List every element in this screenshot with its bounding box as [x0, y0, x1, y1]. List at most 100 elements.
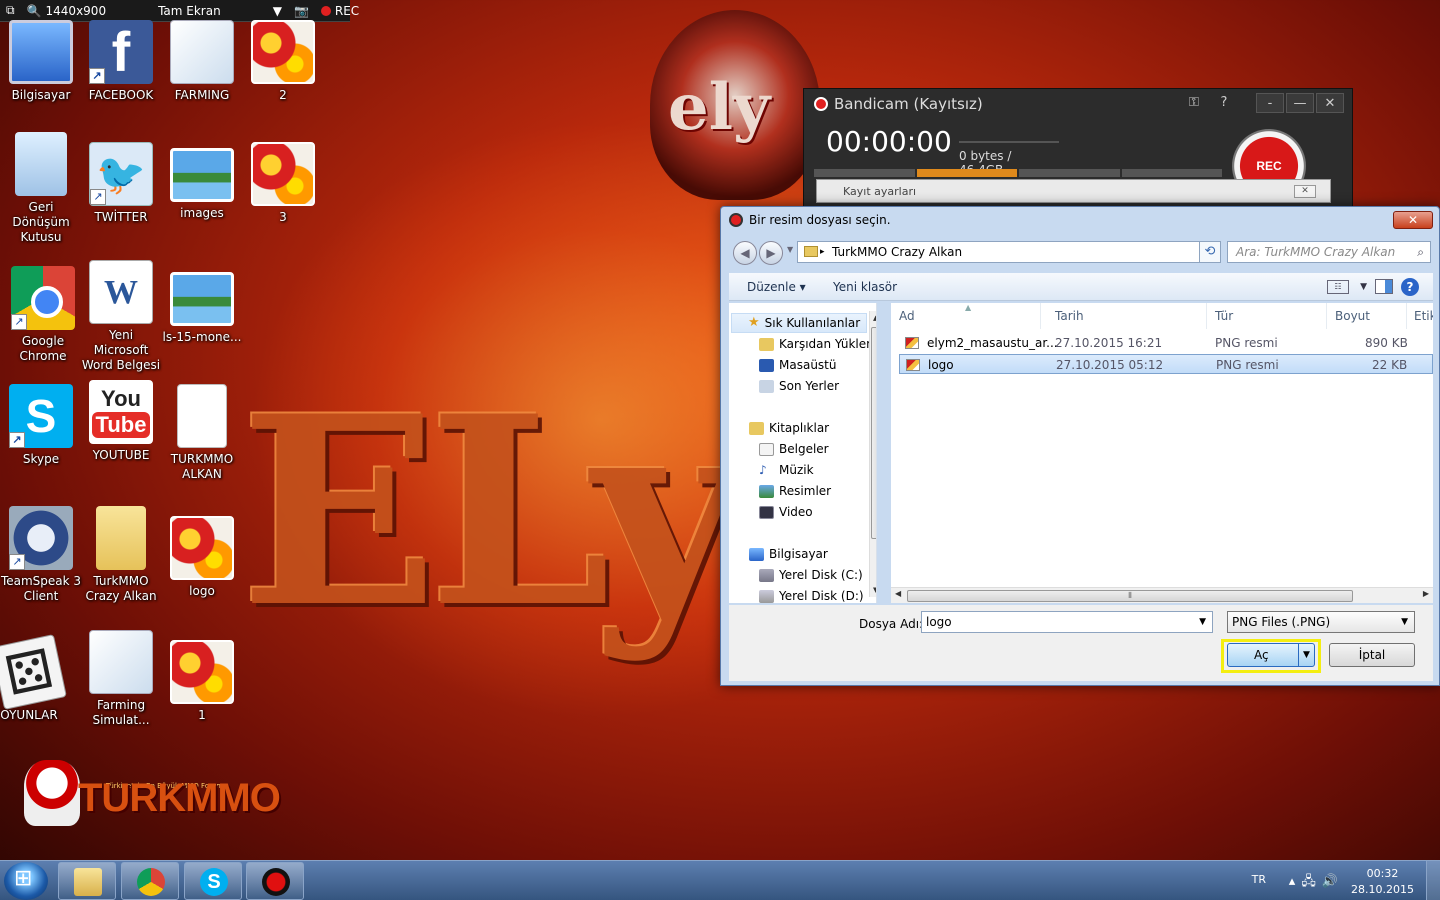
- forward-button[interactable]: ▶: [759, 241, 783, 265]
- file-row-selected[interactable]: logo 27.10.2015 05:12 PNG resmi 22 KB: [899, 354, 1433, 374]
- nav-favorites[interactable]: ★ Sık Kullanılanlar: [731, 313, 867, 333]
- screen-icon[interactable]: ⧉: [0, 3, 21, 18]
- mode-dropdown-icon[interactable]: ▼: [267, 4, 288, 18]
- clock[interactable]: 00:32 28.10.2015: [1351, 866, 1414, 898]
- camera-icon[interactable]: 📷: [288, 4, 315, 18]
- refresh-icon[interactable]: ⟲: [1199, 241, 1221, 263]
- show-desktop-button[interactable]: [1426, 861, 1440, 900]
- nav-recent-places[interactable]: Son Yerler: [759, 376, 839, 396]
- filename-input[interactable]: logo ▼: [921, 611, 1213, 633]
- history-dropdown-icon[interactable]: ▼: [787, 245, 793, 254]
- language-indicator[interactable]: TR: [1252, 873, 1266, 886]
- scroll-left-icon[interactable]: ◀: [895, 589, 901, 598]
- scroll-up-icon[interactable]: ▲: [873, 314, 876, 322]
- minimize-button[interactable]: -: [1256, 93, 1284, 113]
- desktop-icon-teamspeak[interactable]: ↗ TeamSpeak 3 Client: [0, 506, 82, 604]
- horizontal-scrollbar-thumb[interactable]: ⦀: [907, 590, 1353, 602]
- tab-fps[interactable]: [1019, 169, 1120, 177]
- open-options-dropdown-icon[interactable]: ▼: [1298, 644, 1314, 666]
- column-header-name[interactable]: ▲ Ad: [891, 303, 1041, 329]
- open-button[interactable]: Aç ▼: [1227, 643, 1315, 667]
- desktop-icon-computer[interactable]: Bilgisayar: [0, 20, 82, 103]
- breadcrumb-path[interactable]: TurkMMO Crazy Alkan: [828, 245, 962, 259]
- tab-general[interactable]: [916, 169, 1017, 177]
- address-bar[interactable]: ▸ TurkMMO Crazy Alkan ▼: [797, 241, 1217, 263]
- view-options-icon[interactable]: ☷: [1327, 280, 1349, 294]
- cancel-button[interactable]: İptal: [1329, 643, 1415, 667]
- close-settings-icon[interactable]: ✕: [1294, 185, 1316, 198]
- tray-icons: ▴🖧🔊: [1289, 872, 1344, 894]
- desktop-icon-twitter[interactable]: 🐦 ↗ TWİTTER: [80, 142, 162, 225]
- filetype-dropdown-icon[interactable]: ▼: [1401, 612, 1408, 632]
- search-input[interactable]: Ara: TurkMMO Crazy Alkan ⌕: [1227, 241, 1431, 263]
- desktop-icon-recycle-bin[interactable]: Geri Dönüşüm Kutusu: [0, 132, 82, 245]
- key-icon[interactable]: ⚿: [1180, 93, 1208, 113]
- help-icon[interactable]: ?: [1401, 278, 1419, 296]
- preview-pane-icon[interactable]: [1375, 279, 1393, 294]
- scroll-right-icon[interactable]: ▶: [1423, 589, 1429, 598]
- file-list-horizontal-scrollbar[interactable]: ◀ ⦀ ▶: [891, 587, 1433, 603]
- desktop-icon-facebook[interactable]: f ↗ FACEBOOK: [80, 20, 162, 103]
- desktop-icon-turkmmo-folder[interactable]: TurkMMO Crazy Alkan: [80, 506, 162, 604]
- nav-disk-d[interactable]: Yerel Disk (D:): [759, 586, 864, 603]
- new-folder-button[interactable]: Yeni klasör: [833, 273, 897, 301]
- nav-disk-c[interactable]: Yerel Disk (C:): [759, 565, 863, 585]
- nav-video[interactable]: Video: [759, 502, 813, 522]
- music-icon: ♪: [759, 463, 767, 477]
- start-button[interactable]: [4, 862, 48, 900]
- desktop-icon-logo[interactable]: logo: [161, 516, 243, 599]
- desktop-icon-images[interactable]: images: [161, 142, 243, 221]
- nav-pictures[interactable]: Resimler: [759, 481, 831, 501]
- desktop-icon-ls15[interactable]: ls-15-mone...: [161, 266, 243, 345]
- nav-documents[interactable]: Belgeler: [759, 439, 829, 459]
- column-header-tags[interactable]: Etik: [1406, 303, 1433, 329]
- rec-indicator[interactable]: REC: [315, 4, 365, 18]
- desktop-icon-oyunlar[interactable]: OYUNLAR: [0, 634, 70, 723]
- tab-home[interactable]: [814, 169, 915, 177]
- organize-menu[interactable]: Düzenle ▾: [747, 273, 806, 301]
- dialog-close-button[interactable]: ✕: [1393, 211, 1433, 229]
- show-hidden-icons-icon[interactable]: ▴: [1289, 874, 1302, 889]
- column-header-date[interactable]: Tarih: [1047, 303, 1207, 329]
- capture-mode[interactable]: Tam Ekran: [152, 4, 227, 18]
- taskbar-bandicam[interactable]: [246, 862, 304, 900]
- nav-downloads[interactable]: Karşıdan Yüklem: [759, 334, 876, 354]
- breadcrumb-chevron-icon[interactable]: ▸: [820, 242, 825, 262]
- nav-music[interactable]: ♪ Müzik: [759, 460, 814, 480]
- back-button[interactable]: ◀: [733, 241, 757, 265]
- filetype-select[interactable]: PNG Files (.PNG) ▼: [1227, 611, 1415, 633]
- nav-libraries[interactable]: Kitaplıklar: [749, 418, 829, 438]
- desktop-icon-2[interactable]: 2: [242, 20, 324, 103]
- network-icon[interactable]: 🖧: [1301, 874, 1322, 889]
- help-button[interactable]: ?: [1210, 93, 1238, 113]
- nav-scrollbar[interactable]: ▲ ▼: [869, 311, 876, 597]
- close-button[interactable]: ✕: [1316, 93, 1344, 113]
- nav-scrollbar-thumb[interactable]: [871, 327, 876, 539]
- desktop-icon-chrome[interactable]: ↗ Google Chrome: [2, 266, 84, 364]
- column-header-type[interactable]: Tür: [1207, 303, 1327, 329]
- minimize-to-tray-button[interactable]: —: [1286, 93, 1314, 113]
- column-header-size[interactable]: Boyut: [1327, 303, 1407, 329]
- desktop-icon-farming[interactable]: FARMING: [161, 20, 243, 103]
- desktop-icon-skype[interactable]: S ↗ Skype: [0, 384, 82, 467]
- volume-icon[interactable]: 🔊: [1322, 874, 1344, 889]
- desktop-icon-farming-simulator[interactable]: Farming Simulat...: [80, 630, 162, 728]
- file-row[interactable]: elym2_masaustu_ar... 27.10.2015 16:21 PN…: [899, 333, 1433, 353]
- desktop-icon-1[interactable]: 1: [161, 640, 243, 723]
- media-file-icon: [170, 20, 234, 84]
- filename-dropdown-icon[interactable]: ▼: [1199, 612, 1206, 632]
- desktop-icon-turkmmo-alkan[interactable]: TURKMMO ALKAN: [161, 384, 243, 482]
- nav-computer[interactable]: Bilgisayar: [749, 544, 828, 564]
- taskbar-explorer[interactable]: [58, 862, 116, 900]
- tab-video[interactable]: [1121, 169, 1222, 177]
- desktop-icon-youtube[interactable]: You Tube YOUTUBE: [80, 380, 162, 463]
- view-dropdown-icon[interactable]: ▼: [1360, 273, 1367, 301]
- taskbar-chrome[interactable]: [121, 862, 179, 900]
- taskbar-skype[interactable]: S: [184, 862, 242, 900]
- search-icon[interactable]: ⌕: [1417, 242, 1424, 262]
- scroll-down-icon[interactable]: ▼: [873, 586, 876, 594]
- resolution-indicator[interactable]: 🔍 1440x900: [21, 4, 113, 18]
- nav-desktop[interactable]: Masaüstü: [759, 355, 836, 375]
- desktop-icon-3[interactable]: 3: [242, 142, 324, 225]
- desktop-icon-word-document[interactable]: W Yeni Microsoft Word Belgesi: [80, 260, 162, 373]
